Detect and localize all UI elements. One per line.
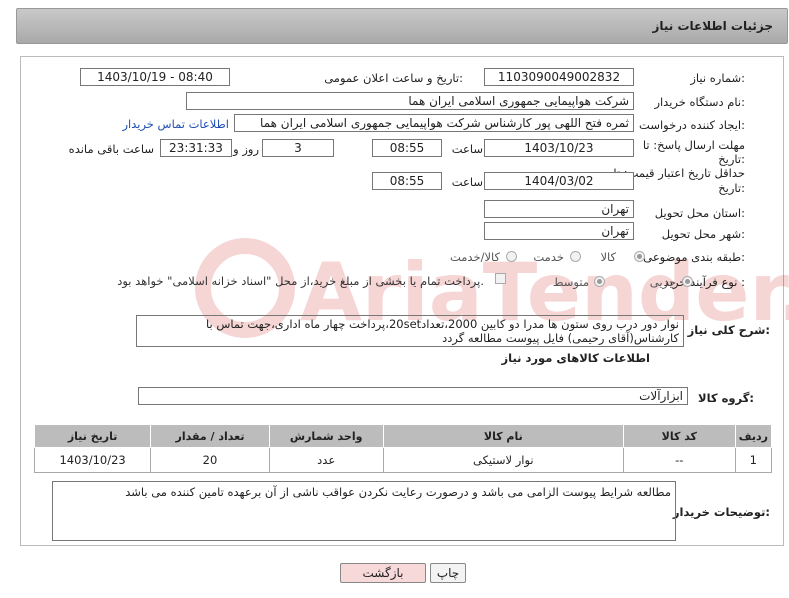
price-validity-label-date: تاریخ: — [718, 181, 745, 195]
buyer-contact-link[interactable]: اطلاعات تماس خریدار — [122, 117, 229, 131]
treasury-payment-note: پرداخت تمام یا بخشی از مبلغ خرید،از محل … — [117, 274, 484, 288]
announce-datetime-label: تاریخ و ساعت اعلان عمومی: — [324, 71, 463, 85]
remaining-time-field[interactable]: 23:31:33 — [160, 139, 232, 157]
reply-deadline-label-date: تاریخ: — [718, 152, 745, 166]
province-label: استان محل تحویل: — [654, 206, 745, 220]
category-service-label: خدمت — [533, 250, 564, 264]
col-row: ردیف — [734, 424, 773, 448]
row-number: 1 — [734, 447, 773, 473]
purchase-minor-radio[interactable] — [682, 276, 693, 287]
province-field[interactable]: تهران — [484, 200, 634, 218]
row-name: نوار لاستیکی — [382, 447, 624, 473]
col-name: نام کالا — [382, 424, 624, 448]
category-label: طبقه بندی موضوعی: — [643, 250, 745, 264]
city-field[interactable]: تهران — [484, 222, 634, 240]
category-service-radio[interactable] — [570, 251, 581, 262]
reply-deadline-date-field[interactable]: 1403/10/23 — [484, 139, 634, 157]
purchase-minor-label: جزیی — [649, 275, 676, 289]
category-both-label: کالا/خدمت — [449, 250, 500, 264]
category-both-radio[interactable] — [506, 251, 517, 262]
row-date: 1403/10/23 — [33, 447, 152, 473]
remaining-days-field[interactable]: 3 — [262, 139, 334, 157]
purchase-medium-radio[interactable] — [594, 276, 605, 287]
row-qty: 20 — [150, 447, 270, 473]
col-date: تاریخ نیاز — [33, 424, 152, 448]
reply-time-label: ساعت — [451, 142, 483, 156]
remaining-label: ساعت باقی مانده — [68, 142, 154, 156]
price-validity-date-field[interactable]: 1404/03/02 — [484, 172, 634, 190]
print-button[interactable]: چاپ — [430, 563, 466, 583]
reply-time-field[interactable]: 08:55 — [372, 139, 442, 157]
city-label: شهر محل تحویل: — [661, 227, 745, 241]
col-unit: واحد شمارش — [268, 424, 384, 448]
col-code: کد کالا — [622, 424, 736, 448]
announce-datetime-field[interactable]: 1403/10/19 - 08:40 — [80, 68, 230, 86]
description-field[interactable]: نوار دور درب روی ستون ها مدرا دو کابین 2… — [136, 315, 684, 347]
treasury-payment-checkbox[interactable] — [495, 273, 506, 284]
goods-group-label: گروه کالا: — [698, 391, 754, 405]
description-label: شرح کلی نیاز: — [687, 323, 770, 337]
price-time-field[interactable]: 08:55 — [372, 172, 442, 190]
buyer-org-label: نام دستگاه خریدار: — [654, 95, 745, 109]
page-header: جزئیات اطلاعات نیاز — [16, 8, 788, 44]
goods-table: ردیف کد کالا نام کالا واحد شمارش تعداد /… — [33, 424, 773, 473]
requester-field[interactable]: ثمره فتح اللهی پور کارشناس شرکت هواپیمای… — [234, 114, 634, 132]
need-number-field[interactable]: 1103090049002832 — [484, 68, 634, 86]
buyer-notes-label: توضیحات خریدار: — [672, 505, 770, 519]
need-number-label: شماره نیاز: — [690, 71, 745, 85]
col-qty: تعداد / مقدار — [150, 424, 270, 448]
price-time-label: ساعت — [451, 175, 483, 189]
back-button[interactable]: بازگشت — [340, 563, 426, 583]
buyer-org-field[interactable]: شرکت هواپیمایی جمهوری اسلامی ایران هما — [186, 92, 634, 110]
requester-label: ایجاد کننده درخواست: — [639, 118, 745, 132]
goods-table-header: ردیف کد کالا نام کالا واحد شمارش تعداد /… — [33, 424, 773, 448]
category-goods-radio[interactable] — [634, 251, 645, 262]
goods-group-field[interactable]: ابزارآلات — [138, 387, 688, 405]
goods-section-title: اطلاعات کالاهای مورد نیاز — [501, 351, 650, 365]
page-title: جزئیات اطلاعات نیاز — [652, 19, 773, 33]
buyer-notes-field[interactable]: مطالعه شرایط پیوست الزامی می باشد و درصو… — [52, 481, 676, 541]
table-row[interactable]: 1 -- نوار لاستیکی عدد 20 1403/10/23 — [33, 447, 773, 473]
days-label: روز و — [233, 142, 259, 156]
row-code: -- — [622, 447, 736, 473]
reply-deadline-label: مهلت ارسال پاسخ: تا — [642, 138, 745, 152]
purchase-medium-label: متوسط — [552, 275, 589, 289]
row-unit: عدد — [268, 447, 384, 473]
category-goods-label: کالا — [600, 250, 616, 264]
